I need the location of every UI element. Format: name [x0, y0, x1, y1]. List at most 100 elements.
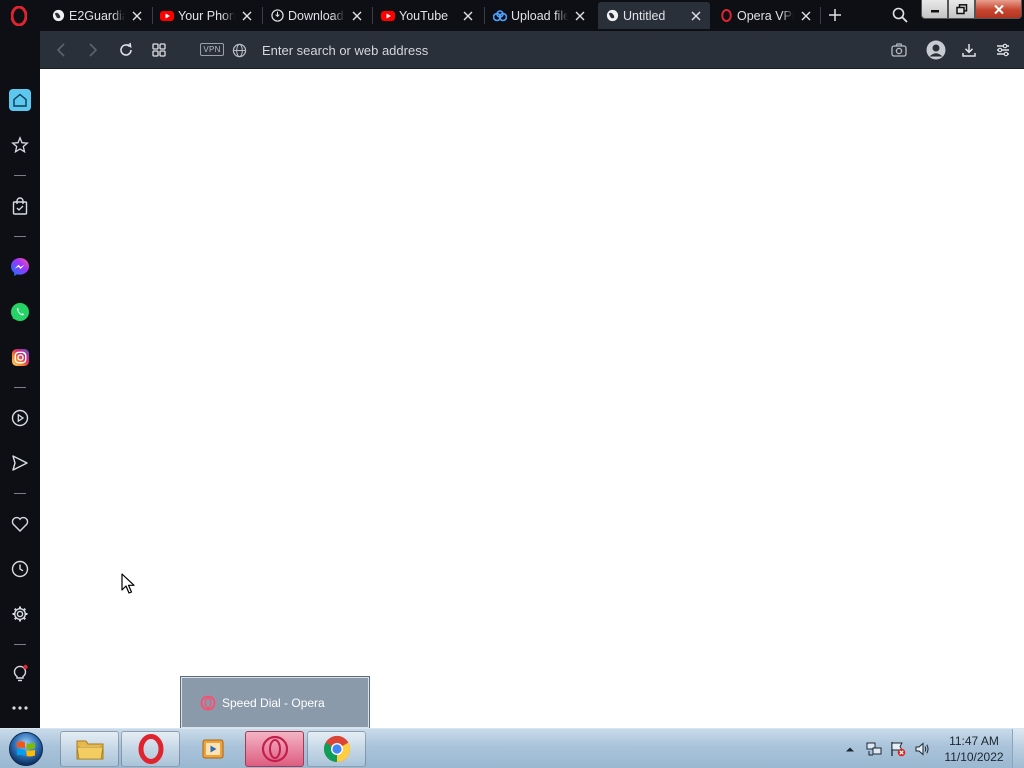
tray-volume[interactable] [914, 741, 930, 757]
snapshot-button[interactable] [890, 41, 908, 59]
clock-time: 11:47 AM [949, 734, 999, 748]
start-button[interactable] [4, 730, 48, 768]
tab-opera-vpn[interactable]: Opera VPN [712, 2, 820, 29]
tab-title: Upload file [511, 8, 568, 23]
tabs-grid-button[interactable] [150, 41, 168, 59]
sidebar-item-tips[interactable] [9, 662, 31, 684]
tab-close-icon[interactable] [688, 8, 704, 24]
download-site-icon [270, 9, 284, 23]
taskbar-chrome[interactable] [307, 731, 366, 767]
search-icon [892, 7, 908, 23]
instagram-icon [11, 348, 29, 366]
taskbar-opera-gx[interactable] [245, 731, 304, 767]
tab-title: E2Guardian [69, 8, 125, 23]
shopping-bag-icon [12, 197, 28, 215]
profile-button[interactable] [926, 40, 946, 60]
sidebar-item-flow[interactable] [9, 452, 31, 474]
window-minimize-button[interactable] [921, 0, 948, 19]
easy-setup-button[interactable] [994, 41, 1012, 59]
tab-untitled[interactable]: Untitled [598, 2, 710, 29]
chrome-icon [323, 735, 350, 763]
sidebar-item-instagram[interactable] [9, 346, 31, 368]
minimize-icon [930, 10, 939, 13]
tab-close-icon[interactable] [239, 8, 255, 24]
taskbar-thumbnail-preview[interactable]: Speed Dial - Opera [181, 677, 369, 728]
tab-title: YouTube [399, 8, 449, 23]
reload-button[interactable] [117, 41, 135, 59]
whatsapp-icon [11, 303, 29, 321]
clock-date: 11/10/2022 [944, 750, 1004, 764]
sidebar-item-bookmarks[interactable] [9, 134, 31, 156]
avatar-icon [926, 40, 946, 60]
window-close-button[interactable] [975, 0, 1022, 19]
upload-site-icon [493, 9, 507, 23]
sidebar-item-messenger[interactable] [9, 256, 31, 278]
show-desktop-button[interactable] [1012, 729, 1024, 768]
back-button[interactable] [52, 41, 70, 59]
sidebar-item-player[interactable] [9, 407, 31, 429]
gear-icon [12, 606, 28, 622]
tab-close-icon[interactable] [798, 8, 814, 24]
sidebar-separator [14, 175, 26, 176]
preview-title: Speed Dial - Opera [222, 695, 325, 710]
forward-button[interactable] [84, 41, 102, 59]
taskbar-opera[interactable] [121, 731, 180, 767]
sidebar-separator [14, 493, 26, 494]
opera-gx-icon [200, 695, 216, 710]
taskbar-media-player[interactable] [183, 731, 242, 767]
tab-separator [820, 7, 821, 24]
page-content[interactable] [40, 70, 1024, 728]
opera-icon [138, 734, 163, 764]
sidebar-item-pinboards[interactable] [9, 513, 31, 535]
lightbulb-icon [13, 664, 28, 682]
forward-arrow-icon [89, 43, 98, 57]
plus-icon [829, 9, 841, 21]
speaker-icon [915, 742, 929, 756]
vpn-badge[interactable]: VPN [200, 43, 224, 56]
tab-close-icon[interactable] [460, 8, 476, 24]
site-info-button[interactable] [230, 41, 248, 59]
windows-start-icon [9, 732, 43, 766]
sidebar-separator [14, 644, 26, 645]
tab-separator [372, 7, 373, 24]
mouse-cursor-icon [121, 573, 135, 594]
opera-menu-button[interactable] [8, 5, 30, 27]
taskbar-clock[interactable]: 11:47 AM 11/10/2022 [940, 733, 1008, 765]
globe-icon [605, 9, 619, 23]
media-icon [202, 739, 223, 759]
tab-close-icon[interactable] [129, 8, 145, 24]
tab-your-phone[interactable]: Your Phone [153, 2, 261, 29]
folder-icon [76, 740, 103, 760]
send-icon [12, 455, 28, 471]
messenger-icon [11, 258, 29, 276]
tab-search-button[interactable] [891, 6, 909, 24]
tab-upload-file[interactable]: Upload file [486, 2, 594, 29]
tab-e2guardian[interactable]: E2Guardian [44, 2, 151, 29]
tab-close-icon[interactable] [572, 8, 588, 24]
tray-expand-button[interactable] [842, 741, 858, 757]
tab-close-icon[interactable] [349, 8, 365, 24]
sidebar [0, 31, 40, 728]
youtube-icon [381, 9, 395, 23]
tray-network[interactable] [866, 741, 882, 757]
downloads-button[interactable] [960, 41, 978, 59]
address-toolbar: VPN [40, 31, 1024, 69]
tray-action-center[interactable] [890, 741, 906, 757]
sidebar-item-settings[interactable] [9, 603, 31, 625]
sidebar-item-more[interactable] [9, 697, 31, 719]
new-tab-button[interactable] [826, 6, 844, 24]
opera-logo-icon [11, 6, 27, 26]
sidebar-item-history[interactable] [9, 558, 31, 580]
sidebar-item-speed-dial[interactable] [9, 89, 31, 111]
sidebar-item-shopping[interactable] [9, 195, 31, 217]
tab-youtube[interactable]: YouTube [374, 2, 482, 29]
youtube-icon [160, 9, 174, 23]
tab-separator [484, 7, 485, 24]
sidebar-item-whatsapp[interactable] [9, 301, 31, 323]
taskbar-file-explorer[interactable] [60, 731, 119, 767]
tab-download[interactable]: Download [263, 2, 371, 29]
tab-title: Untitled [623, 8, 666, 23]
address-input[interactable] [262, 40, 862, 60]
download-icon [962, 44, 976, 57]
window-restore-button[interactable] [948, 0, 975, 19]
